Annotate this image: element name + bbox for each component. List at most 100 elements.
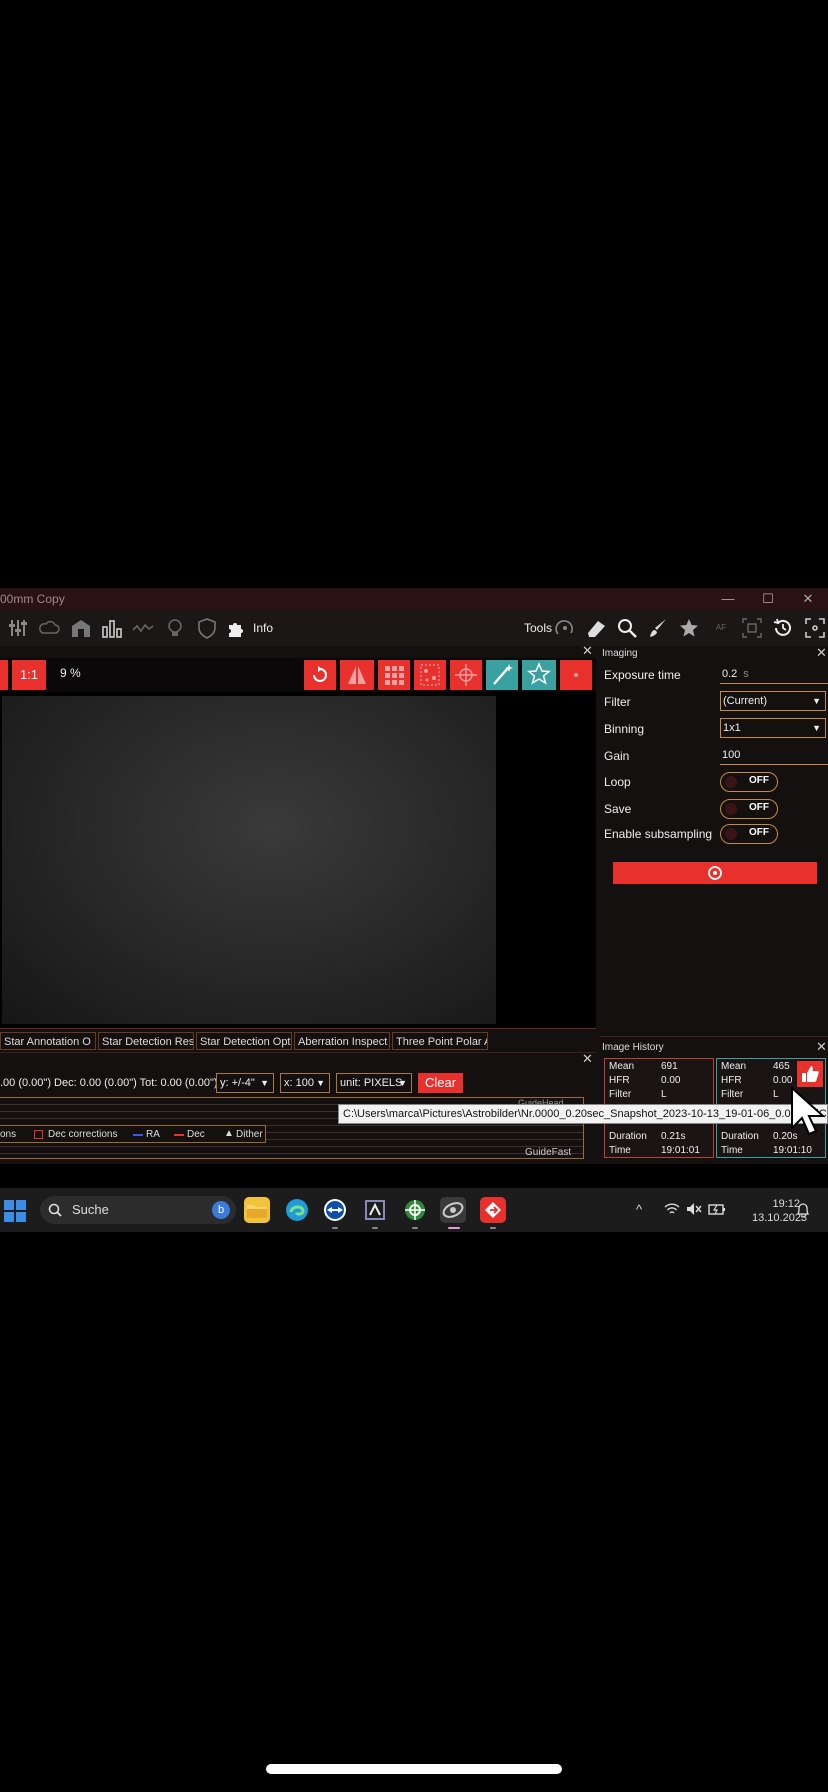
top-navbar: Info Tools AF xyxy=(0,610,828,646)
info-nav-label[interactable]: Info xyxy=(253,621,273,635)
fit-1to1-button[interactable]: 1:1 xyxy=(12,660,46,690)
rotate-button[interactable] xyxy=(304,660,336,690)
magnifier-icon[interactable] xyxy=(616,617,638,639)
filter-label: Filter xyxy=(604,695,631,709)
tab-star-detection-options[interactable]: Star Detection Opt xyxy=(196,1032,292,1050)
tab-aberration-inspector[interactable]: Aberration Inspect xyxy=(294,1032,390,1050)
legend-dec: Dec xyxy=(187,1129,205,1140)
tools-nav-label[interactable]: Tools xyxy=(524,621,552,635)
toolbar-partial-button[interactable] xyxy=(0,660,8,690)
image-pane: ✕ 1:1 9 % Star Annotation O Star Detecti… xyxy=(0,643,596,1164)
duration-label: Duration xyxy=(609,1131,647,1142)
fullscreen-icon[interactable] xyxy=(804,617,826,639)
captured-image[interactable] xyxy=(2,696,496,1024)
clear-graph-button[interactable]: Clear xyxy=(418,1073,463,1093)
exposure-input[interactable]: 0.2 s xyxy=(720,664,828,684)
hfr-value: 0.00 xyxy=(661,1075,681,1086)
tab-star-annotation[interactable]: Star Annotation O xyxy=(0,1032,96,1050)
remote-desktop-icon[interactable] xyxy=(480,1197,506,1223)
chevron-down-icon: ▼ xyxy=(316,1078,325,1088)
guide-fast-label: GuideFast xyxy=(525,1147,572,1158)
nina-app-icon[interactable] xyxy=(440,1197,466,1223)
guider-panel-close-icon[interactable]: ✕ xyxy=(582,1051,593,1067)
guider-rms-stats: .00 (0.00") Dec: 0.00 (0.00") Tot: 0.00 … xyxy=(0,1077,218,1089)
volume-muted-icon[interactable] xyxy=(686,1202,702,1219)
battery-charging-icon[interactable] xyxy=(708,1202,726,1219)
statistics-chart-icon[interactable] xyxy=(101,617,123,639)
teamviewer-icon[interactable] xyxy=(322,1197,348,1223)
grid-overlay-button[interactable] xyxy=(378,660,410,690)
x-scale-select[interactable]: x: 100 ▼ xyxy=(280,1073,330,1093)
wifi-icon[interactable] xyxy=(664,1202,680,1219)
gain-label: Gain xyxy=(604,749,630,763)
search-icon xyxy=(48,1196,62,1233)
equipment-icon[interactable] xyxy=(8,617,30,639)
crosshair-button[interactable] xyxy=(450,660,482,690)
minimize-button[interactable]: — xyxy=(716,588,740,610)
running-indicator xyxy=(412,1227,418,1229)
notification-bell-icon[interactable] xyxy=(796,1202,810,1221)
tab-three-point-polar[interactable]: Three Point Polar A xyxy=(392,1032,488,1050)
duration-value: 0.21s xyxy=(661,1131,686,1142)
auto-stretch-button[interactable] xyxy=(486,660,518,690)
tool-tabs: Star Annotation O Star Detection Res Sta… xyxy=(0,1028,596,1050)
history-clock-icon[interactable] xyxy=(772,617,794,639)
edge-browser-icon[interactable] xyxy=(284,1197,310,1223)
home-indicator[interactable] xyxy=(266,1764,562,1774)
autofocus-label: AF xyxy=(715,623,727,632)
imaging-close-icon[interactable]: ✕ xyxy=(816,645,827,661)
grid-icon xyxy=(385,666,404,685)
binning-select[interactable]: 1x1 ▼ xyxy=(720,718,826,738)
loop-toggle[interactable]: OFF xyxy=(720,772,778,792)
image-panel-close-icon[interactable]: ✕ xyxy=(582,643,593,659)
eraser-icon[interactable] xyxy=(585,617,607,639)
system-clock[interactable]: 19:12 13.10.2023 xyxy=(752,1197,807,1225)
time-value: 19:01:10 xyxy=(773,1145,812,1156)
phd2-guiding-icon[interactable] xyxy=(402,1197,428,1223)
image-viewport[interactable] xyxy=(0,692,596,1028)
maximize-button[interactable]: ☐ xyxy=(756,588,780,610)
hfr-label: HFR xyxy=(721,1075,742,1086)
file-explorer-icon[interactable] xyxy=(244,1197,270,1223)
gain-value: 100 xyxy=(722,749,741,761)
rotate-icon xyxy=(313,666,327,682)
loop-label: Loop xyxy=(604,775,631,789)
bing-icon[interactable]: b xyxy=(212,1201,230,1219)
dec-corrections-swatch xyxy=(34,1130,43,1139)
weather-cloud-icon[interactable] xyxy=(38,617,60,639)
bahtinov-button[interactable] xyxy=(560,660,592,690)
sequence-app-icon[interactable] xyxy=(362,1197,388,1223)
taskbar-search[interactable]: Suche b xyxy=(40,1196,236,1224)
flip-button[interactable] xyxy=(340,660,374,690)
unit-select[interactable]: unit: PIXELS ▼ xyxy=(336,1073,412,1093)
save-toggle[interactable]: OFF xyxy=(720,799,778,819)
plugins-puzzle-icon[interactable] xyxy=(226,617,248,639)
framing-icon[interactable] xyxy=(741,617,763,639)
filter-label: Filter xyxy=(609,1089,632,1100)
windows-start-icon[interactable] xyxy=(4,1200,26,1222)
y-scale-select[interactable]: y: +/-4" ▼ xyxy=(216,1073,274,1093)
capture-button[interactable] xyxy=(613,862,817,884)
gain-input[interactable]: 100 xyxy=(720,745,828,765)
filter-value: L xyxy=(773,1089,779,1100)
guider-graph-icon[interactable] xyxy=(132,617,154,639)
thumbs-up-button[interactable] xyxy=(797,1061,823,1087)
filter-label: Filter xyxy=(721,1089,744,1100)
star-detection-button[interactable] xyxy=(414,660,446,690)
history-close-icon[interactable]: ✕ xyxy=(816,1039,827,1055)
subsampling-state: OFF xyxy=(749,827,769,838)
observatory-icon[interactable] xyxy=(70,617,92,639)
show-hidden-icons-chevron-icon[interactable]: ^ xyxy=(636,1202,642,1217)
autofocus-icon[interactable]: AF xyxy=(710,617,732,639)
subsampling-toggle[interactable]: OFF xyxy=(720,824,778,844)
tab-star-detection-results[interactable]: Star Detection Res xyxy=(98,1032,194,1050)
star-icon[interactable] xyxy=(678,617,700,639)
star-annotation-button[interactable] xyxy=(522,660,556,690)
polar-align-icon[interactable] xyxy=(554,617,576,639)
safety-shield-icon[interactable] xyxy=(196,617,218,639)
time-label: Time xyxy=(609,1145,631,1156)
close-window-button[interactable]: ✕ xyxy=(796,588,820,610)
flat-panel-bulb-icon[interactable] xyxy=(164,617,186,639)
filter-select[interactable]: (Current) ▼ xyxy=(720,691,826,711)
brush-icon[interactable] xyxy=(647,617,669,639)
